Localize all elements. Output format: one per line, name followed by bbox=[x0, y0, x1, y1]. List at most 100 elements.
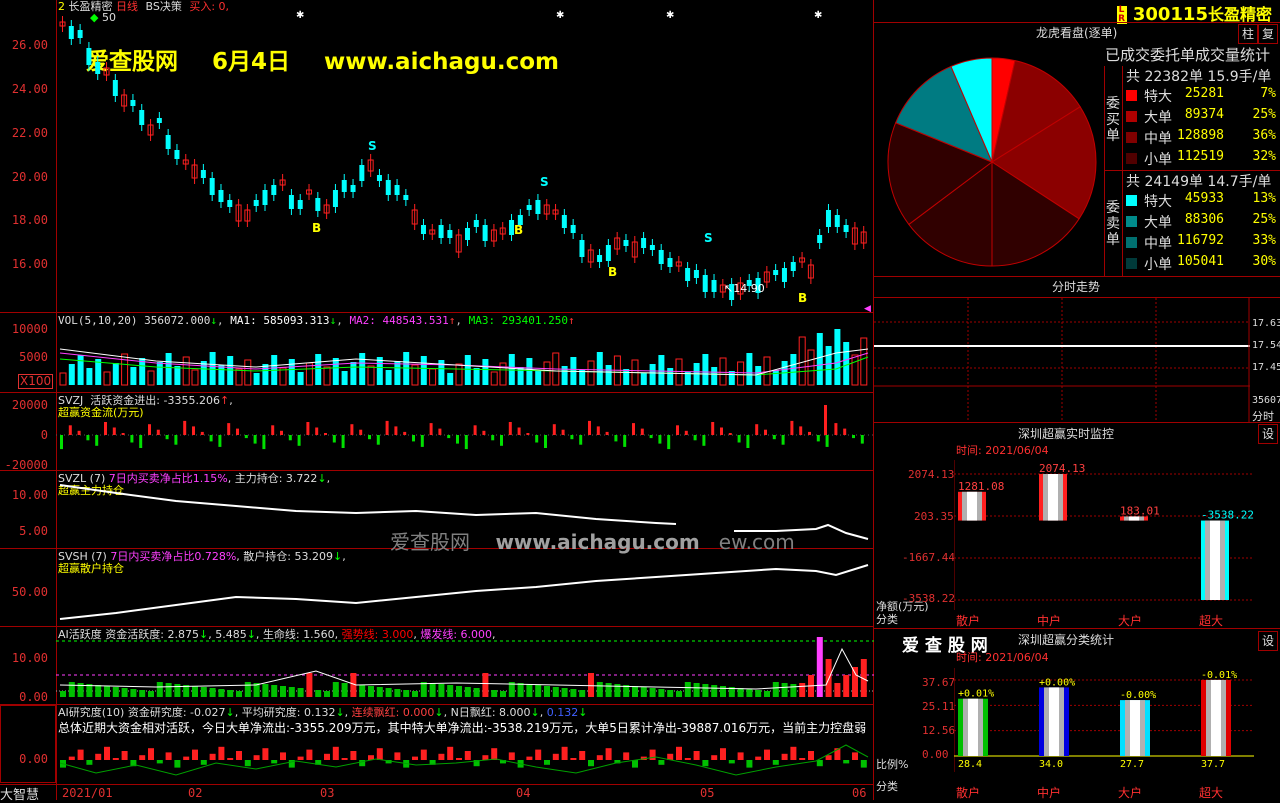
flow-bar bbox=[772, 435, 776, 440]
active-bar bbox=[737, 688, 744, 697]
research-bar bbox=[218, 746, 225, 760]
research-bar bbox=[535, 749, 542, 760]
monitor-bar-value: 1281.08 bbox=[958, 480, 1004, 493]
candlestick-chart[interactable]: B S B S B S B bbox=[56, 0, 874, 312]
ai-research-chart[interactable] bbox=[56, 705, 874, 784]
order-type-label: 小单 bbox=[1144, 152, 1172, 168]
active-bar bbox=[218, 689, 225, 697]
active-bar bbox=[236, 691, 242, 697]
research-bar bbox=[658, 760, 665, 765]
active-bar bbox=[552, 687, 559, 697]
order-pct-value: 32% bbox=[1252, 149, 1276, 164]
monitor-settings-button[interactable]: 设 bbox=[1258, 424, 1278, 444]
class-axis-label: 25.11 bbox=[922, 700, 956, 713]
flow-bar bbox=[790, 420, 794, 435]
candle-body bbox=[262, 190, 268, 205]
monitor-bar-chart[interactable]: 1281.08 2074.13 183.01 -3538.22 bbox=[954, 460, 1254, 610]
candle-body bbox=[465, 228, 470, 240]
flow-bar bbox=[104, 422, 107, 435]
flow-bar bbox=[852, 435, 855, 439]
volume-bar bbox=[182, 356, 190, 386]
order-pct-value: 25% bbox=[1252, 212, 1276, 227]
order-volume-value: 25281 bbox=[1184, 86, 1224, 101]
volume-bar bbox=[649, 364, 656, 385]
candle-body bbox=[227, 200, 233, 207]
color-swatch bbox=[1126, 195, 1137, 206]
volume-bar bbox=[332, 358, 339, 385]
flow-bar bbox=[60, 435, 63, 450]
research-bar bbox=[799, 758, 806, 760]
research-bar bbox=[262, 748, 269, 760]
order-pct-value: 7% bbox=[1260, 86, 1276, 101]
volume-bar bbox=[447, 373, 454, 385]
volume-bar bbox=[103, 371, 111, 386]
candle-body bbox=[597, 255, 603, 262]
active-bar bbox=[843, 675, 850, 697]
active-bar bbox=[491, 690, 498, 697]
candle-body bbox=[271, 185, 277, 195]
order-stat-row: 中单 128898 36% bbox=[1126, 128, 1276, 148]
volume-bar bbox=[711, 367, 718, 385]
flow-bar bbox=[244, 435, 248, 439]
bar-view-button[interactable]: 柱 bbox=[1238, 24, 1258, 44]
flow-bar bbox=[341, 435, 345, 448]
vol-axis-label: 5000 bbox=[19, 350, 48, 364]
class-settings-button[interactable]: 设 bbox=[1258, 631, 1278, 651]
active-bar bbox=[297, 688, 304, 697]
monitor-title: 深圳超赢实时监控 bbox=[1018, 427, 1115, 441]
flow-bar bbox=[693, 435, 697, 441]
sell-signal: S bbox=[704, 231, 713, 245]
flow-bar bbox=[148, 424, 151, 435]
timeshare-axis-label: 17.54 bbox=[1252, 340, 1280, 351]
ai-active-chart[interactable] bbox=[56, 627, 874, 704]
date-axis-label: 03 bbox=[320, 786, 335, 800]
volume-bar bbox=[737, 361, 745, 386]
reset-button[interactable]: 复 bbox=[1258, 24, 1278, 44]
volume-bar bbox=[86, 368, 93, 385]
bottom-left-box bbox=[0, 705, 56, 783]
retail-holding-line[interactable] bbox=[56, 549, 874, 626]
research-bar bbox=[227, 758, 234, 760]
flow-bar bbox=[77, 430, 81, 435]
research-bar bbox=[341, 758, 348, 760]
research-bar bbox=[781, 753, 788, 760]
volume-bar bbox=[843, 342, 850, 385]
research-bar bbox=[860, 760, 867, 768]
volume-bar bbox=[596, 352, 603, 385]
candle-body bbox=[825, 210, 831, 227]
research-bar bbox=[772, 760, 779, 765]
candle-body bbox=[394, 185, 400, 195]
active-bar bbox=[315, 690, 322, 697]
volume-bars[interactable] bbox=[56, 313, 874, 392]
candle-body bbox=[605, 245, 611, 261]
order-pie-chart[interactable] bbox=[882, 52, 1102, 272]
order-volume-value: 105041 bbox=[1177, 254, 1224, 269]
date-axis-label: 2021/01 bbox=[62, 786, 113, 800]
active-bar bbox=[385, 688, 392, 697]
main-chart-area[interactable]: 2 长盈精密 日线 BS决策 买入: 0, ◆ 50 ✱ ✱ ✱ ✱ 爱查股网 … bbox=[0, 0, 874, 803]
divider bbox=[0, 784, 874, 785]
active-bar bbox=[649, 688, 656, 697]
flow-bar bbox=[192, 426, 195, 435]
flow-bar bbox=[860, 435, 864, 444]
fund-flow-bars[interactable] bbox=[56, 393, 874, 470]
sell-signal: S bbox=[368, 139, 377, 153]
candle-body bbox=[359, 165, 365, 181]
volume-bar bbox=[755, 366, 762, 385]
research-bar bbox=[552, 753, 559, 760]
class-bar bbox=[1039, 687, 1069, 756]
buy-signal: B bbox=[608, 265, 617, 279]
class-bar-chart[interactable]: +0.01% 28.4 +0.00% 34.0 -0.00% 27.7 -0.01% 37.7 bbox=[954, 668, 1254, 772]
volume-bar bbox=[323, 366, 331, 386]
timeshare-chart[interactable] bbox=[874, 298, 1250, 422]
research-bar bbox=[526, 756, 533, 760]
monitor-axis-label: 203.35 bbox=[914, 510, 954, 523]
volume-bar bbox=[860, 337, 868, 386]
flow-bar bbox=[667, 435, 671, 450]
volume-bar bbox=[218, 365, 225, 385]
order-stat-row: 大单 88306 25% bbox=[1126, 212, 1276, 232]
color-swatch bbox=[1126, 90, 1137, 101]
active-bar bbox=[332, 682, 339, 697]
research-bar bbox=[447, 746, 454, 760]
candle-body bbox=[376, 175, 382, 181]
